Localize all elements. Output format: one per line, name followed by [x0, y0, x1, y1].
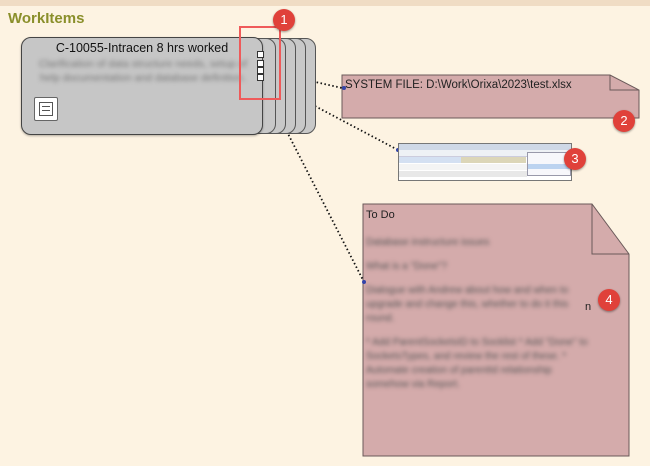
todo-line: * Add ParentSocketsID to Socklist * Add … — [366, 337, 588, 390]
annotation-badge-4: 4 — [598, 289, 620, 311]
todo-line: Database instructure issues — [366, 237, 490, 248]
annotation-badge-3: 3 — [564, 148, 586, 170]
screenshot-thumbnail[interactable] — [398, 143, 572, 181]
todo-body: Database instructure issues What is a "D… — [366, 236, 596, 402]
work-item-description: Clarification of data structure needs, s… — [38, 58, 248, 84]
callout-highlight — [239, 26, 281, 100]
todo-line: Dialogue with Andrew about how and when … — [366, 285, 569, 324]
system-file-label[interactable]: SYSTEM FILE: D:\Work\Orixa\2023\test.xls… — [345, 79, 572, 91]
work-item-title: C-10055-Intracen 8 hrs worked — [55, 41, 229, 55]
annotation-badge-2: 2 — [613, 110, 635, 132]
todo-title[interactable]: To Do — [366, 209, 395, 221]
annotation-badge-1: 1 — [273, 9, 295, 31]
work-item-card[interactable]: C-10055-Intracen 8 hrs worked Clarificat… — [21, 37, 263, 135]
todo-line: What is a "Done"? — [366, 261, 448, 272]
todo-visible-fragment: n — [585, 301, 592, 313]
document-icon[interactable] — [34, 97, 58, 121]
